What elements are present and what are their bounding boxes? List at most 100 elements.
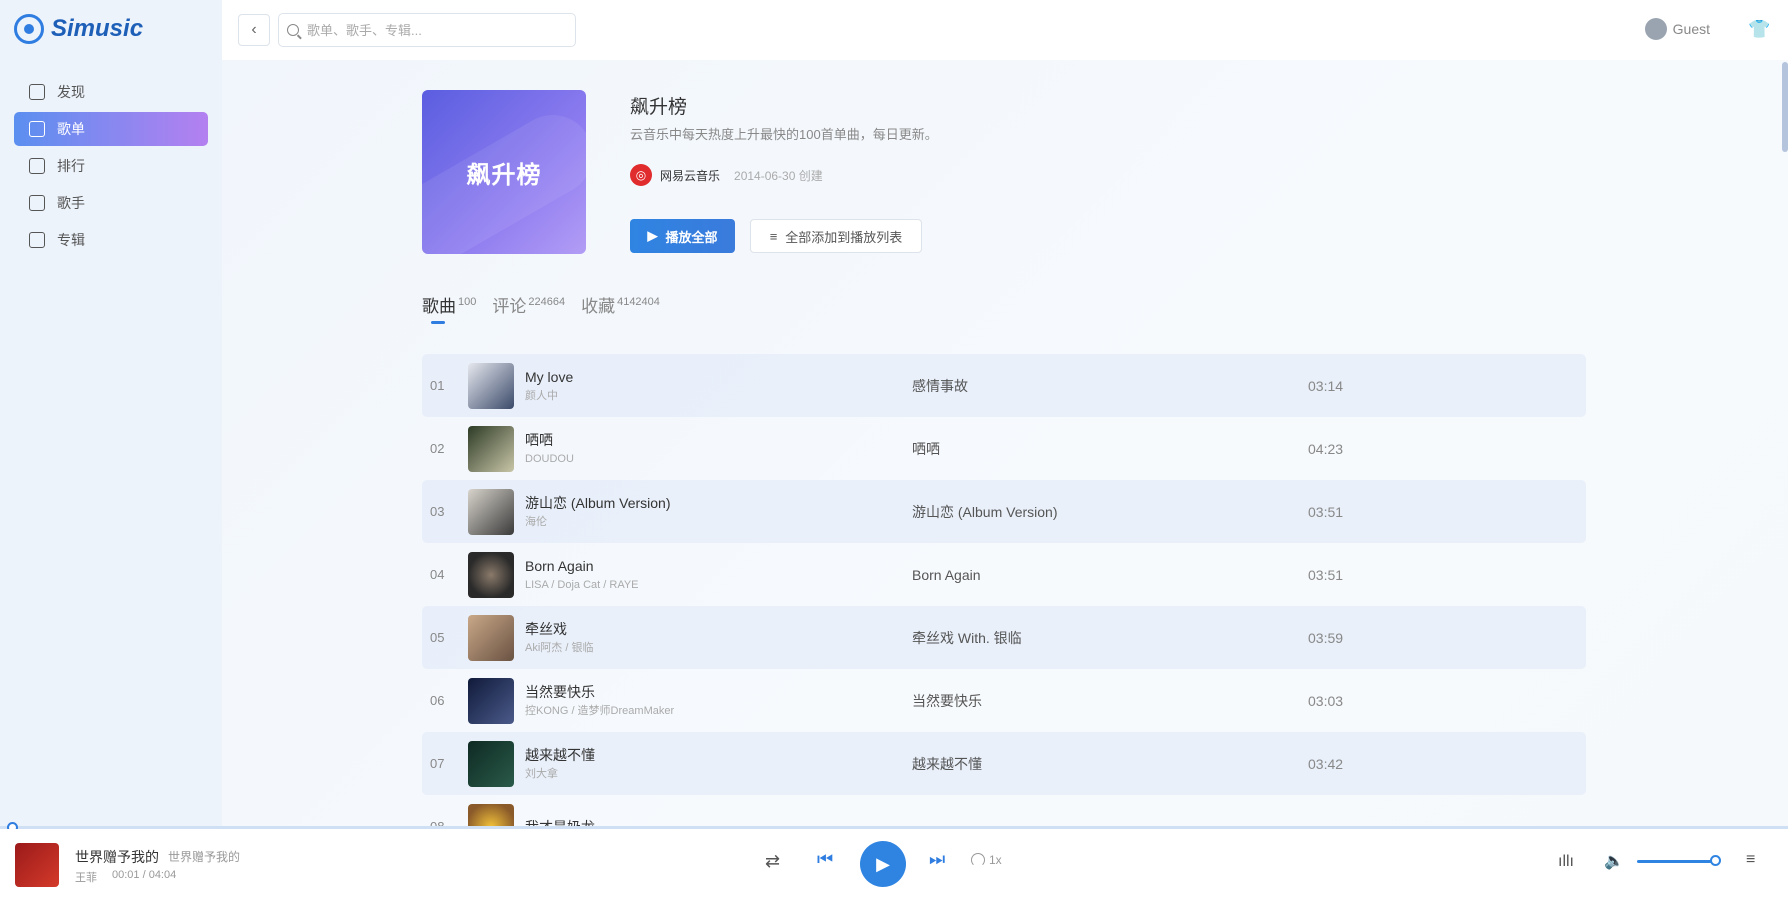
song-artist[interactable]: LISA / Doja Cat / RAYE <box>525 576 912 594</box>
song-index: 03 <box>430 504 445 519</box>
song-duration: 03:51 <box>1308 566 1344 583</box>
search-icon <box>287 24 299 36</box>
add-all-button[interactable]: ≡ 全部添加到播放列表 <box>750 219 922 253</box>
speed-icon <box>971 853 985 867</box>
add-all-label: 全部添加到播放列表 <box>785 229 903 245</box>
song-row[interactable]: 05 牵丝戏 Aki阿杰 / 银临 牵丝戏 With. 银临 03:59 <box>422 606 1586 669</box>
song-album[interactable]: 哂哂 <box>912 439 1308 459</box>
song-row[interactable]: 07 越来越不懂 刘大拿 越来越不懂 03:42 <box>422 732 1586 795</box>
sidebar-item-ranking[interactable]: 排行 <box>14 149 208 183</box>
song-list: 01 My love 颜人中 感情事故 03:14 02 哂哂 DOUDOU 哂… <box>422 354 1586 826</box>
song-artist[interactable]: DOUDOU <box>525 450 912 468</box>
now-playing-cover[interactable] <box>15 843 59 887</box>
song-row[interactable]: 08 我才是奶龙 <box>422 795 1586 826</box>
back-button[interactable]: ‹ <box>238 14 270 46</box>
song-row[interactable]: 04 Born Again LISA / Doja Cat / RAYE Bor… <box>422 543 1586 606</box>
app-logo[interactable]: Simusic <box>14 14 143 44</box>
creator-name[interactable]: 网易云音乐 <box>660 167 720 184</box>
playback-speed-value: 1x <box>989 853 1002 867</box>
song-title-cell: 越来越不懂 刘大拿 <box>525 745 912 783</box>
theme-icon[interactable]: 👕 <box>1748 19 1770 39</box>
previous-icon[interactable]: ⏮ <box>817 849 833 870</box>
user-menu[interactable]: Guest <box>1644 18 1710 40</box>
song-artist[interactable]: Aki阿杰 / 银临 <box>525 639 912 657</box>
album-icon <box>29 232 45 248</box>
now-playing-artist[interactable]: 王菲 <box>75 869 97 885</box>
song-album[interactable]: 感情事故 <box>912 376 1308 396</box>
song-artist[interactable]: 颜人中 <box>525 387 912 405</box>
playback-speed-button[interactable]: 1x <box>971 853 1002 867</box>
audio-wave-icon[interactable]: ıllı <box>1558 853 1574 871</box>
song-title-cell: Born Again LISA / Doja Cat / RAYE <box>525 556 912 594</box>
song-index: 05 <box>430 630 445 645</box>
song-index: 02 <box>430 441 445 456</box>
volume-slider[interactable] <box>1637 860 1716 863</box>
sidebar-item-label: 歌单 <box>57 121 85 137</box>
sidebar-item-albums[interactable]: 专辑 <box>14 223 208 257</box>
song-thumbnail <box>468 677 514 724</box>
song-album[interactable]: 越来越不懂 <box>912 754 1308 774</box>
play-pause-button[interactable]: ▶ <box>860 841 906 887</box>
song-name[interactable]: 我才是奶龙 <box>525 817 912 827</box>
song-duration: 03:59 <box>1308 629 1344 646</box>
sidebar-item-discover[interactable]: 发现 <box>14 75 208 109</box>
song-name[interactable]: Born Again <box>525 556 912 576</box>
chart-icon <box>29 158 45 174</box>
song-artist[interactable]: 刘大拿 <box>525 765 912 783</box>
song-name[interactable]: 当然要快乐 <box>525 682 912 702</box>
song-row[interactable]: 01 My love 颜人中 感情事故 03:14 <box>422 354 1586 417</box>
tab-favorites[interactable]: 收藏 4142404 <box>581 292 662 317</box>
song-title-cell: 牵丝戏 Aki阿杰 / 银临 <box>525 619 912 657</box>
song-name[interactable]: 游山恋 (Album Version) <box>525 493 912 513</box>
song-album[interactable]: Born Again <box>912 567 1308 583</box>
song-thumbnail <box>468 488 514 535</box>
song-album[interactable]: 游山恋 (Album Version) <box>912 502 1308 522</box>
add-to-list-icon: ≡ <box>769 228 778 244</box>
tab-songs[interactable]: 歌曲 100 <box>422 292 478 324</box>
chevron-left-icon: ‹ <box>251 21 257 38</box>
next-icon[interactable]: ⏭ <box>929 849 945 870</box>
song-thumbnail <box>468 551 514 598</box>
sidebar-item-label: 排行 <box>57 158 85 174</box>
song-title-cell: 哂哂 DOUDOU <box>525 430 912 468</box>
singer-icon <box>29 195 45 211</box>
play-all-button[interactable]: ▶ 播放全部 <box>630 219 735 253</box>
song-name[interactable]: 哂哂 <box>525 430 912 450</box>
search-input[interactable] <box>307 22 557 38</box>
volume-icon[interactable]: 🔈 <box>1604 851 1624 871</box>
song-name[interactable]: 越来越不懂 <box>525 745 912 765</box>
song-album[interactable]: 牵丝戏 With. 银临 <box>912 628 1308 648</box>
headphones-icon <box>29 121 45 137</box>
song-row[interactable]: 02 哂哂 DOUDOU 哂哂 04:23 <box>422 417 1586 480</box>
tab-count: 100 <box>458 296 477 309</box>
tab-label: 收藏 <box>581 297 616 316</box>
sidebar-item-label: 专辑 <box>57 232 85 248</box>
song-title-cell: 我才是奶龙 <box>525 817 912 827</box>
song-duration: 03:42 <box>1308 755 1344 772</box>
sidebar: Simusic 发现 歌单 排行 歌手 专辑 <box>0 0 222 826</box>
song-row[interactable]: 03 游山恋 (Album Version) 海伦 游山恋 (Album Ver… <box>422 480 1586 543</box>
search-box[interactable] <box>278 13 576 47</box>
song-artist[interactable]: 控KONG / 造梦师DreamMaker <box>525 702 912 720</box>
song-thumbnail <box>468 614 514 661</box>
playlist-creator: ◎ 网易云音乐 2014-06-30 创建 <box>630 164 823 186</box>
song-name[interactable]: My love <box>525 367 912 387</box>
song-album[interactable]: 当然要快乐 <box>912 691 1308 711</box>
playlist-queue-icon[interactable]: ≡ <box>1746 851 1755 869</box>
sidebar-item-playlists[interactable]: 歌单 <box>14 112 208 146</box>
scrollbar-thumb[interactable] <box>1782 62 1788 152</box>
song-duration: 04:23 <box>1308 440 1344 457</box>
song-row[interactable]: 06 当然要快乐 控KONG / 造梦师DreamMaker 当然要快乐 03:… <box>422 669 1586 732</box>
volume-handle[interactable] <box>1710 855 1721 866</box>
song-name[interactable]: 牵丝戏 <box>525 619 912 639</box>
play-icon: ▶ <box>876 853 890 874</box>
repeat-icon[interactable]: ⇄ <box>765 851 780 872</box>
song-index: 08 <box>422 819 468 826</box>
song-artist[interactable]: 海伦 <box>525 513 912 531</box>
playlist-cover: 飙升榜 <box>422 90 586 254</box>
player-bar: 世界赠予我的 世界赠予我的 王菲 00:01 / 04:04 ⇄ ⏮ ▶ ⏭ 1… <box>0 829 1788 898</box>
sidebar-item-singers[interactable]: 歌手 <box>14 186 208 220</box>
now-playing-time: 00:01 / 04:04 <box>112 869 177 881</box>
tab-comments[interactable]: 评论 224664 <box>492 292 567 317</box>
now-playing-title[interactable]: 世界赠予我的 <box>75 847 159 867</box>
